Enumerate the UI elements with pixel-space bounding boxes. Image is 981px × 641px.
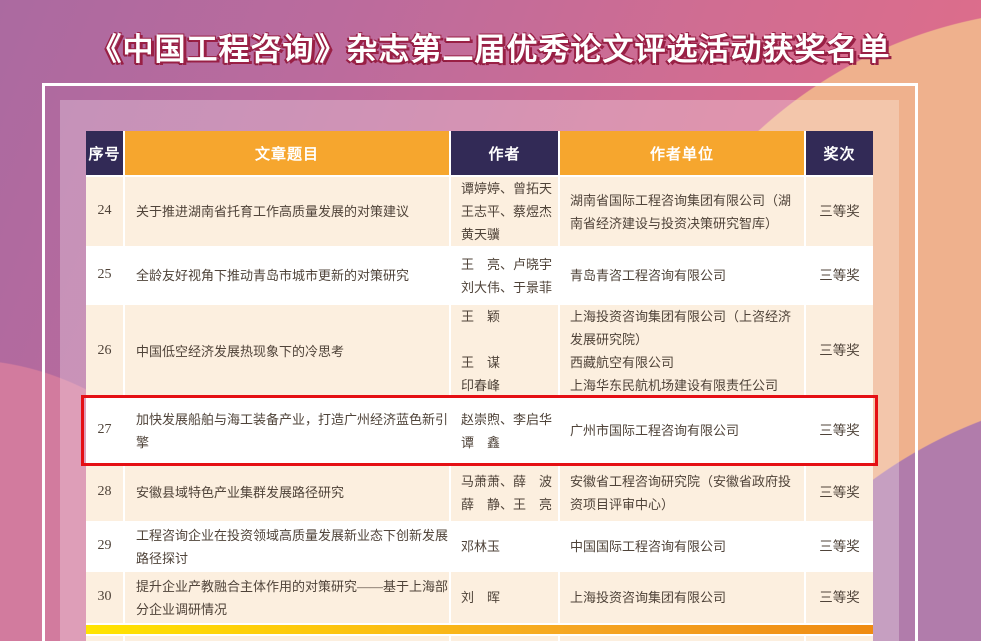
partial-cell: [125, 636, 449, 641]
row-award-cell-text: 三等奖: [819, 586, 860, 610]
row-title-cell: 加快发展船舶与海工装备产业，打造广州经济蓝色新引擎: [125, 399, 449, 462]
row-award-cell-text: 三等奖: [819, 481, 860, 505]
row-award-cell: 三等奖: [806, 177, 873, 246]
row-unit-cell: 广州市国际工程咨询有限公司: [560, 399, 804, 462]
row-award-cell: 三等奖: [806, 572, 873, 623]
row-award-cell: 三等奖: [806, 248, 873, 303]
row-unit-cell: 湖南省国际工程咨询集团有限公司（湖南省经济建设与投资决策研究智库）: [560, 177, 804, 246]
row-unit-cell-text: 中国国际工程咨询有限公司: [570, 535, 726, 558]
row-unit-cell: 中国国际工程咨询有限公司: [560, 523, 804, 570]
row-unit-cell: 上海投资咨询集团有限公司: [560, 572, 804, 623]
row-number-cell: 30: [86, 572, 123, 623]
row-authors-cell-text: 赵崇煦、李启华谭 鑫: [461, 408, 552, 454]
row-award-cell-text: 三等奖: [819, 419, 860, 443]
partial-cell: [451, 636, 558, 641]
row-title-cell: 安徽县域特色产业集群发展路径研究: [125, 464, 449, 521]
row-number-cell: 26: [86, 305, 123, 397]
row-number-cell-text: 24: [98, 199, 112, 224]
row-number-cell-text: 30: [98, 585, 112, 610]
row-number-cell: 24: [86, 177, 123, 246]
table-row: 24 关于推进湖南省托育工作高质量发展的对策建议 谭婷婷、曾拓天王志平、蔡煜杰黄天骥…: [86, 177, 873, 246]
row-number-cell-text: 28: [98, 480, 112, 505]
table-header-row: 序号文章题目作者作者单位奖次: [86, 131, 873, 175]
row-authors-cell: 王 亮、卢晓宇刘大伟、于景菲: [451, 248, 558, 303]
row-unit-cell: 安徽省工程咨询研究院（安徽省政府投资项目评审中心）: [560, 464, 804, 521]
page-title: 《中国工程咨询》杂志第二届优秀论文评选活动获奖名单: [0, 24, 981, 69]
row-authors-cell-text: 谭婷婷、曾拓天王志平、蔡煜杰黄天骥: [461, 177, 552, 246]
row-title-cell: 提升企业产教融合主体作用的对策研究——基于上海部分企业调研情况: [125, 572, 449, 623]
row-authors-cell: 谭婷婷、曾拓天王志平、蔡煜杰黄天骥: [451, 177, 558, 246]
partial-cell: [560, 636, 804, 641]
table-rows: 序号文章题目作者作者单位奖次 24 关于推进湖南省托育工作高质量发展的对策建议 谭婷…: [86, 131, 873, 641]
header-cell: 作者: [451, 131, 558, 175]
row-authors-cell-text: 王 亮、卢晓宇刘大伟、于景菲: [461, 253, 552, 299]
row-title-cell: 关于推进湖南省托育工作高质量发展的对策建议: [125, 177, 449, 246]
header-cell: 奖次: [806, 131, 873, 175]
row-unit-cell-text: 上海投资咨询集团有限公司（上咨经济发展研究院）西藏航空有限公司上海华东民航机场建…: [570, 305, 802, 397]
row-authors-cell: 刘 晖: [451, 572, 558, 623]
divider-bar: [86, 625, 873, 634]
row-authors-cell: 王 颖王 谋印春峰: [451, 305, 558, 397]
table-row: 25 全龄友好视角下推动青岛市城市更新的对策研究 王 亮、卢晓宇刘大伟、于景菲青岛青…: [86, 248, 873, 303]
row-award-cell: 三等奖: [806, 523, 873, 570]
row-unit-cell-text: 广州市国际工程咨询有限公司: [570, 419, 739, 442]
header-cell: 作者单位: [560, 131, 804, 175]
row-unit-cell-text: 湖南省国际工程咨询集团有限公司（湖南省经济建设与投资决策研究智库）: [570, 189, 802, 235]
row-award-cell: 三等奖: [806, 399, 873, 462]
row-title-cell-text: 工程咨询企业在投资领域高质量发展新业态下创新发展路径探讨: [136, 524, 448, 570]
row-award-cell-text: 三等奖: [819, 339, 860, 363]
row-award-cell: 三等奖: [806, 305, 873, 397]
row-number-cell-text: 29: [98, 534, 112, 559]
page-background: { "page_title": "《中国工程咨询》杂志第二届优秀论文评选活动获奖…: [0, 0, 981, 641]
header-cell: 文章题目: [125, 131, 449, 175]
partial-cell: [806, 636, 873, 641]
row-authors-cell-text: 王 颖王 谋印春峰: [461, 305, 500, 397]
row-award-cell-text: 三等奖: [819, 264, 860, 288]
row-title-cell-text: 全龄友好视角下推动青岛市城市更新的对策研究: [136, 264, 409, 287]
row-authors-cell: 马萧萧、薛 波薛 静、王 亮: [451, 464, 558, 521]
row-number-cell-text: 26: [98, 339, 112, 364]
row-authors-cell-text: 刘 晖: [461, 586, 500, 609]
row-number-cell: 25: [86, 248, 123, 303]
row-title-cell: 中国低空经济发展热现象下的冷思考: [125, 305, 449, 397]
row-number-cell-text: 27: [98, 418, 112, 443]
table-row: 29 工程咨询企业在投资领域高质量发展新业态下创新发展路径探讨邓林玉 中国国际工程咨…: [86, 523, 873, 570]
row-authors-cell: 邓林玉: [451, 523, 558, 570]
header-cell: 序号: [86, 131, 123, 175]
table-row: 27 加快发展船舶与海工装备产业，打造广州经济蓝色新引擎赵崇煦、李启华谭 鑫广州市…: [86, 399, 873, 462]
awards-table: 序号文章题目作者作者单位奖次 24 关于推进湖南省托育工作高质量发展的对策建议 谭婷…: [86, 131, 873, 641]
row-award-cell-text: 三等奖: [819, 535, 860, 559]
row-number-cell-text: 25: [98, 263, 112, 288]
partial-cell: [86, 636, 123, 641]
row-authors-cell: 赵崇煦、李启华谭 鑫: [451, 399, 558, 462]
row-authors-cell-text: 邓林玉: [461, 535, 500, 558]
row-number-cell: 28: [86, 464, 123, 521]
row-award-cell-text: 三等奖: [819, 200, 860, 224]
table-row-partial: [86, 636, 873, 641]
row-unit-cell: 上海投资咨询集团有限公司（上咨经济发展研究院）西藏航空有限公司上海华东民航机场建…: [560, 305, 804, 397]
row-title-cell: 工程咨询企业在投资领域高质量发展新业态下创新发展路径探讨: [125, 523, 449, 570]
row-title-cell-text: 安徽县域特色产业集群发展路径研究: [136, 481, 344, 504]
table-row: 26 中国低空经济发展热现象下的冷思考 王 颖王 谋印春峰 上海投资咨询集团有限公司（…: [86, 305, 873, 397]
row-authors-cell-text: 马萧萧、薛 波薛 静、王 亮: [461, 470, 552, 516]
row-title-cell-text: 中国低空经济发展热现象下的冷思考: [136, 340, 344, 363]
row-title-cell-text: 加快发展船舶与海工装备产业，打造广州经济蓝色新引擎: [136, 408, 448, 454]
row-title-cell: 全龄友好视角下推动青岛市城市更新的对策研究: [125, 248, 449, 303]
row-unit-cell-text: 安徽省工程咨询研究院（安徽省政府投资项目评审中心）: [570, 470, 802, 516]
row-award-cell: 三等奖: [806, 464, 873, 521]
row-unit-cell-text: 上海投资咨询集团有限公司: [570, 586, 726, 609]
row-number-cell: 27: [86, 399, 123, 462]
row-unit-cell-text: 青岛青咨工程咨询有限公司: [570, 264, 726, 287]
row-number-cell: 29: [86, 523, 123, 570]
table-row: 30 提升企业产教融合主体作用的对策研究——基于上海部分企业调研情况刘 晖 上海投资…: [86, 572, 873, 623]
table-row: 28 安徽县域特色产业集群发展路径研究 马萧萧、薛 波薛 静、王 亮安徽省工程咨询研…: [86, 464, 873, 521]
row-title-cell-text: 提升企业产教融合主体作用的对策研究——基于上海部分企业调研情况: [136, 575, 448, 621]
row-unit-cell: 青岛青咨工程咨询有限公司: [560, 248, 804, 303]
row-title-cell-text: 关于推进湖南省托育工作高质量发展的对策建议: [136, 200, 409, 223]
